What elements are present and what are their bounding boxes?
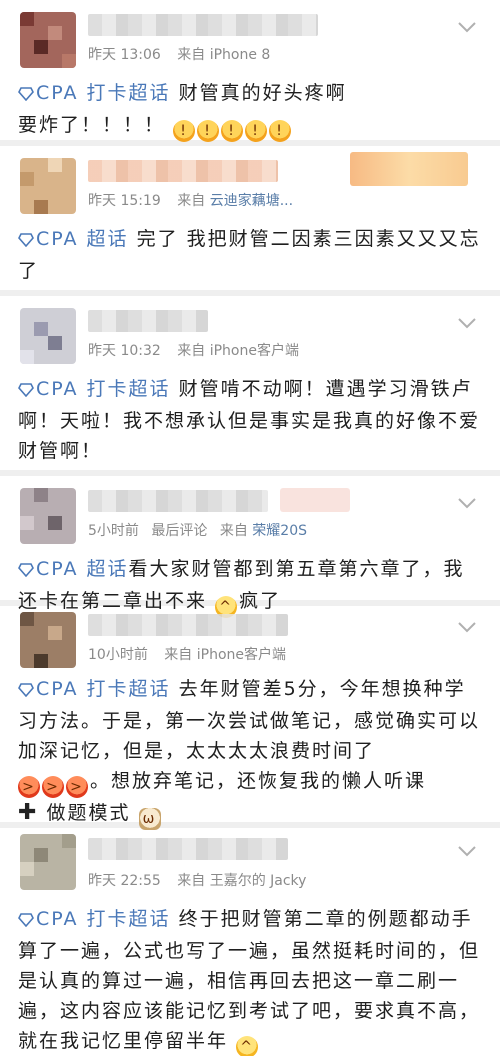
topic-link[interactable]: CPA 打卡超话	[18, 908, 171, 930]
post-body: CPA 打卡超话 去年财管差5分，今年想换种学习方法。于是，第一次尝试做笔记，感…	[0, 668, 500, 842]
username-blurred[interactable]	[88, 310, 208, 332]
post-header: 10小时前 来自 iPhone客户端	[0, 606, 500, 668]
post-header: 昨天 15:19 来自 云迪家藕塘...	[0, 146, 500, 218]
exploding-head-emoji-icon: !	[245, 120, 268, 142]
post-text: 要炸了！！！！	[18, 114, 166, 136]
angry-emoji-icon: >	[42, 776, 64, 798]
topic-link[interactable]: CPA 打卡超话	[18, 82, 171, 104]
diamond-icon	[18, 676, 34, 706]
plus-icon: ✚	[18, 800, 39, 825]
chevron-down-icon[interactable]	[456, 840, 478, 862]
topic-link[interactable]: CPA 超话	[18, 558, 129, 580]
post[interactable]: 5小时前 最后评论 来自 荣耀20S CPA 超话看大家财管都到第五章第六章了，…	[0, 476, 500, 618]
exploding-head-emoji-icon: !	[173, 120, 196, 142]
post-extra: 最后评论	[151, 523, 208, 539]
topic-label: CPA 超话	[36, 558, 129, 580]
post-meta: 昨天 13:06 来自 iPhone 8	[88, 44, 270, 64]
chevron-down-icon[interactable]	[456, 492, 478, 514]
diamond-icon	[18, 376, 34, 406]
source-prefix: 来自	[177, 873, 206, 889]
source-prefix: 来自	[164, 647, 193, 663]
post-source: iPhone客户端	[196, 647, 286, 663]
source-prefix: 来自	[177, 47, 206, 63]
badge-blurred	[280, 488, 350, 512]
post-body: CPA 超话 完了 我把财管二因素三因素又又又忘了	[0, 218, 500, 298]
exploding-head-emoji-icon: !	[221, 120, 244, 142]
post[interactable]: 昨天 13:06 来自 iPhone 8 CPA 打卡超话 财管真的好头疼啊 要…	[0, 0, 500, 146]
post-source[interactable]: 荣耀20S	[252, 523, 307, 539]
diamond-icon	[18, 906, 34, 936]
post-source: iPhone客户端	[209, 343, 299, 359]
chevron-down-icon[interactable]	[456, 616, 478, 638]
source-prefix: 来自	[177, 343, 206, 359]
post[interactable]: 10小时前 来自 iPhone客户端 CPA 打卡超话 去年财管差5分，今年想换…	[0, 606, 500, 830]
topic-link[interactable]: CPA 超话	[18, 228, 129, 250]
post-text: 财管真的好头疼啊	[178, 82, 347, 104]
exploding-head-emoji-icon: !	[197, 120, 220, 142]
topic-label: CPA 打卡超话	[36, 908, 171, 930]
laughing-crying-emoji-icon: ^	[236, 1036, 259, 1056]
post-meta: 昨天 10:32 来自 iPhone客户端	[88, 340, 299, 360]
username-blurred[interactable]	[88, 490, 268, 512]
weibo-feed: 昨天 13:06 来自 iPhone 8 CPA 打卡超话 财管真的好头疼啊 要…	[0, 0, 500, 1056]
avatar[interactable]	[20, 612, 76, 668]
source-prefix: 来自	[177, 193, 206, 209]
post-header: 5小时前 最后评论 来自 荣耀20S	[0, 476, 500, 548]
topic-label: CPA 打卡超话	[36, 678, 171, 700]
post-header: 昨天 10:32 来自 iPhone客户端	[0, 296, 500, 368]
post-time: 昨天 22:55	[88, 873, 161, 889]
username-blurred[interactable]	[88, 14, 318, 36]
topic-label: CPA 超话	[36, 228, 129, 250]
diamond-icon	[18, 556, 34, 586]
post-header: 昨天 13:06 来自 iPhone 8	[0, 0, 500, 72]
exploding-head-emoji-icon: !	[269, 120, 292, 142]
post[interactable]: 昨天 15:19 来自 云迪家藕塘... CPA 超话 完了 我把财管二因素三因…	[0, 146, 500, 296]
post-source: iPhone 8	[209, 47, 271, 63]
post-meta: 10小时前 来自 iPhone客户端	[88, 644, 286, 664]
username-blurred[interactable]	[88, 838, 288, 860]
avatar[interactable]	[20, 308, 76, 364]
post-body: CPA 打卡超话 终于把财管第二章的例题都动手算了一遍，公式也写了一遍，虽然挺耗…	[0, 898, 500, 1056]
avatar[interactable]	[20, 158, 76, 214]
topic-link[interactable]: CPA 打卡超话	[18, 678, 171, 700]
avatar[interactable]	[20, 488, 76, 544]
post-text: 。想放弃笔记，还恢复我的懒人听课	[90, 770, 427, 792]
post[interactable]: 昨天 10:32 来自 iPhone客户端 CPA 打卡超话 财管啃不动啊！遭遇…	[0, 296, 500, 476]
post-text: 做题模式	[46, 802, 131, 824]
angry-emoji-icon: >	[18, 776, 40, 798]
username-blurred[interactable]	[88, 614, 288, 636]
post-header: 昨天 22:55 来自 王嘉尔的 Jacky	[0, 828, 500, 898]
post-time: 昨天 13:06	[88, 47, 161, 63]
topic-label: CPA 打卡超话	[36, 378, 171, 400]
post-time: 昨天 15:19	[88, 193, 161, 209]
badge-blurred	[350, 152, 468, 186]
post[interactable]: 昨天 22:55 来自 王嘉尔的 Jacky CPA 打卡超话 终于把财管第二章…	[0, 828, 500, 1056]
post-meta: 5小时前 最后评论 来自 荣耀20S	[88, 520, 307, 540]
cat-emoji-icon: ω	[138, 808, 161, 830]
chevron-down-icon[interactable]	[456, 16, 478, 38]
topic-link[interactable]: CPA 打卡超话	[18, 378, 171, 400]
post-source: 王嘉尔的 Jacky	[209, 873, 307, 889]
username-blurred[interactable]	[88, 160, 278, 182]
topic-label: CPA 打卡超话	[36, 82, 171, 104]
diamond-icon	[18, 226, 34, 256]
diamond-icon	[18, 80, 34, 110]
avatar[interactable]	[20, 834, 76, 890]
post-meta: 昨天 15:19 来自 云迪家藕塘...	[88, 190, 293, 210]
avatar[interactable]	[20, 12, 76, 68]
chevron-down-icon[interactable]	[456, 312, 478, 334]
post-meta: 昨天 22:55 来自 王嘉尔的 Jacky	[88, 870, 306, 890]
post-time: 昨天 10:32	[88, 343, 161, 359]
post-body: CPA 打卡超话 财管真的好头疼啊 要炸了！！！！ !!!!!	[0, 72, 500, 154]
post-body: CPA 打卡超话 财管啃不动啊！遭遇学习滑铁卢啊！天啦！我不想承认但是事实是我真…	[0, 368, 500, 478]
source-prefix: 来自	[219, 523, 248, 539]
angry-emoji-icon: >	[66, 776, 88, 798]
post-time: 5小时前	[88, 523, 139, 539]
post-source[interactable]: 云迪家藕塘...	[210, 193, 293, 209]
post-time: 10小时前	[88, 647, 148, 663]
